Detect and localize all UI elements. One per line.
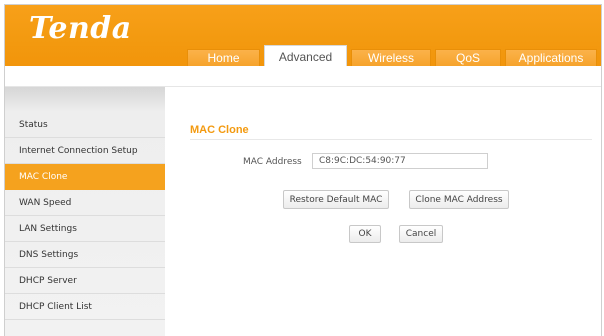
sidebar-item-lan-settings[interactable]: LAN Settings (5, 216, 165, 242)
sidebar-item-dhcp-client-list[interactable]: DHCP Client List (5, 294, 165, 320)
cancel-button[interactable]: Cancel (399, 225, 443, 243)
sidebar-menu: Status Internet Connection Setup MAC Clo… (5, 112, 165, 320)
mac-address-input[interactable] (312, 153, 488, 169)
sidebar-item-mac-clone[interactable]: MAC Clone (5, 164, 165, 190)
router-admin-window: Tenda Home Advanced Wireless QoS Applica… (4, 4, 602, 336)
sidebar-item-status[interactable]: Status (5, 112, 165, 138)
sidebar-item-internet-connection-setup[interactable]: Internet Connection Setup (5, 138, 165, 164)
main-content: MAC Clone MAC Address Restore Default MA… (165, 87, 601, 336)
restore-default-mac-button[interactable]: Restore Default MAC (283, 190, 389, 209)
tab-home[interactable]: Home (187, 49, 260, 66)
tab-wireless[interactable]: Wireless (351, 49, 431, 66)
mac-address-label: MAC Address (243, 157, 302, 167)
tab-qos[interactable]: QoS (435, 49, 501, 66)
sidebar: Status Internet Connection Setup MAC Clo… (5, 87, 165, 336)
tenda-logo: Tenda (29, 11, 132, 46)
tab-applications[interactable]: Applications (505, 49, 597, 66)
sub-header-bar (5, 66, 601, 87)
header-bar: Tenda Home Advanced Wireless QoS Applica… (5, 5, 601, 66)
ok-button[interactable]: OK (349, 225, 381, 243)
page-title: MAC Clone (190, 124, 249, 136)
clone-mac-address-button[interactable]: Clone MAC Address (409, 190, 509, 209)
title-divider (190, 139, 592, 140)
main-nav-tabs: Home Advanced Wireless QoS Applications (187, 45, 601, 66)
sidebar-item-wan-speed[interactable]: WAN Speed (5, 190, 165, 216)
tab-advanced[interactable]: Advanced (264, 45, 347, 66)
sidebar-item-dhcp-server[interactable]: DHCP Server (5, 268, 165, 294)
sidebar-item-dns-settings[interactable]: DNS Settings (5, 242, 165, 268)
